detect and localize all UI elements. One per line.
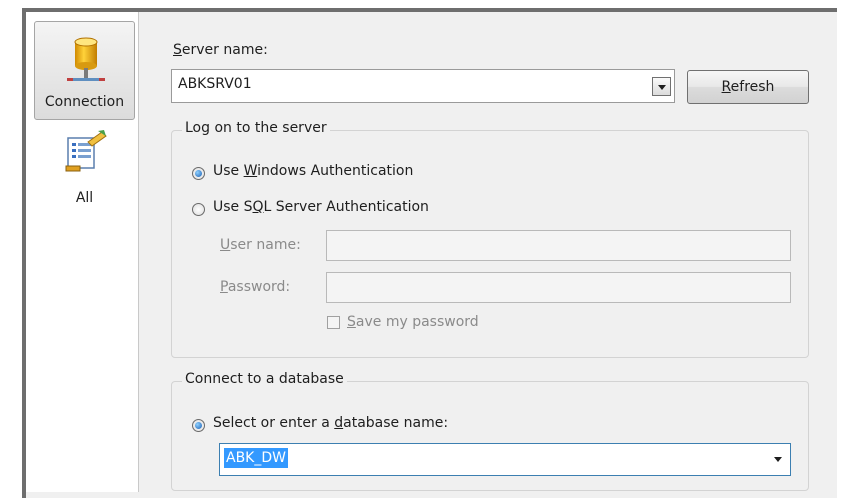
database-name-combobox[interactable]: ABK_DW (219, 443, 791, 476)
select-database-radio[interactable] (192, 419, 205, 432)
password-label: Password: (220, 279, 291, 295)
nav-item-connection[interactable]: Connection (34, 21, 135, 120)
sql-auth-radio[interactable] (192, 203, 205, 216)
save-password-label: Save my password (347, 314, 479, 330)
server-name-combobox[interactable]: ABKSRV01 (171, 69, 675, 103)
logon-group-title: Log on to the server (182, 120, 330, 136)
save-password-checkbox[interactable] (327, 316, 340, 329)
database-name-value: ABK_DW (224, 448, 288, 468)
nav-item-label: All (75, 190, 94, 206)
chevron-down-icon (658, 85, 666, 90)
properties-list-icon (65, 130, 107, 172)
server-name-label: Server name: (173, 42, 268, 58)
server-name-value: ABKSRV01 (178, 76, 252, 92)
chevron-down-icon[interactable] (774, 457, 782, 462)
refresh-button[interactable]: Refresh (687, 70, 809, 104)
nav-item-all[interactable]: All (34, 130, 135, 220)
password-input[interactable] (326, 272, 791, 303)
windows-auth-radio[interactable] (192, 167, 205, 180)
database-group-title: Connect to a database (182, 371, 347, 387)
sql-auth-label: Use SQL Server Authentication (213, 199, 429, 215)
page-nav: Connection All (26, 12, 139, 492)
nav-item-label: Connection (44, 94, 125, 110)
username-label: User name: (220, 237, 301, 253)
username-input[interactable] (326, 230, 791, 261)
server-dropdown-button[interactable] (652, 77, 671, 96)
select-database-label: Select or enter a database name: (213, 415, 449, 431)
windows-auth-label: Use Windows Authentication (213, 163, 414, 179)
database-server-icon (67, 37, 105, 81)
